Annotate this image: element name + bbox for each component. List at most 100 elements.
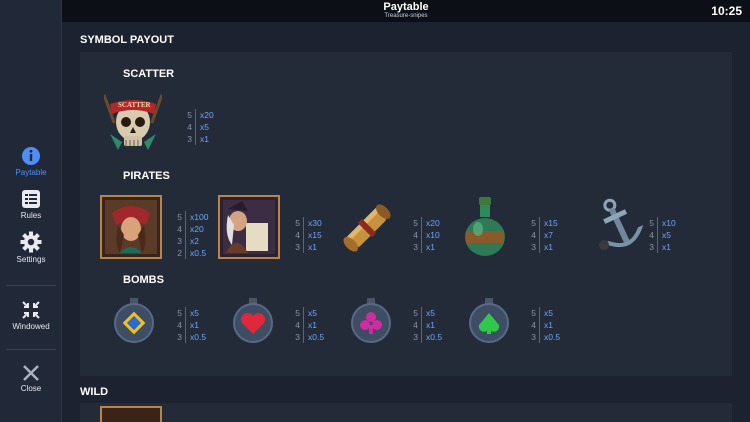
minimize-window-icon xyxy=(22,301,40,319)
multiplier: x5 xyxy=(662,230,671,240)
payout-row: 5 x10 xyxy=(645,217,676,229)
multiplier: x1 xyxy=(200,134,209,144)
payout-row: 5 x20 xyxy=(183,109,214,121)
page-subtitle: Treasure-snipes xyxy=(384,13,428,19)
match-count: 3 xyxy=(649,242,654,252)
payout-list: 5 x20 4 x10 3 x1 xyxy=(409,217,440,253)
multiplier: x1 xyxy=(544,320,553,330)
multiplier: x20 xyxy=(200,110,214,120)
match-count: 3 xyxy=(177,236,182,246)
payout-row: 5 x5 xyxy=(527,307,560,319)
multiplier: x1 xyxy=(190,320,199,330)
multiplier: x7 xyxy=(544,230,553,240)
multiplier: x10 xyxy=(426,230,440,240)
match-count: 4 xyxy=(295,320,300,330)
match-count: 4 xyxy=(649,230,654,240)
match-count: 5 xyxy=(531,308,536,318)
windowed-button[interactable]: Windowed xyxy=(0,300,62,331)
info-icon xyxy=(22,147,40,165)
payout-row: 2 x0.5 xyxy=(173,247,208,259)
payout-row: 3 x0.5 xyxy=(527,331,560,343)
match-count: 5 xyxy=(187,110,192,120)
payout-list: 5 x15 4 x7 3 x1 xyxy=(527,217,558,253)
pirate-captain-symbol xyxy=(218,195,280,264)
payout-row: 3 x2 xyxy=(173,235,208,247)
close-button[interactable]: Close xyxy=(0,364,62,393)
paytable-button[interactable]: Paytable xyxy=(0,146,62,177)
match-count: 4 xyxy=(531,230,536,240)
bomb-club-icon xyxy=(351,298,391,343)
match-count: 3 xyxy=(531,332,536,342)
scatter-symbol: SCATTER xyxy=(102,90,164,159)
multiplier: x0.5 xyxy=(426,332,443,342)
bomb-club-symbol xyxy=(349,296,393,349)
payout-row: 4 x15 xyxy=(291,229,322,241)
section-heading-wild: WILD xyxy=(80,386,109,398)
settings-button[interactable]: Settings xyxy=(0,231,62,264)
payout-list: 5 x20 4 x5 3 x1 xyxy=(183,109,214,145)
wild-symbol-frame xyxy=(100,406,162,422)
top-bar: Paytable Treasure-snipes 10:25 xyxy=(62,0,750,22)
match-count: 4 xyxy=(187,122,192,132)
sidebar: Paytable Rules Settings Windowed Close xyxy=(0,0,62,422)
match-count: 5 xyxy=(295,308,300,318)
multiplier: x1 xyxy=(426,320,435,330)
multiplier: x1 xyxy=(426,242,435,252)
payout-row: 5 x20 xyxy=(409,217,440,229)
payout-row: 4 x1 xyxy=(409,319,442,331)
multiplier: x1 xyxy=(544,242,553,252)
rules-button[interactable]: Rules xyxy=(0,189,62,220)
payout-row: 5 x15 xyxy=(527,217,558,229)
match-count: 4 xyxy=(177,224,182,234)
multiplier: x15 xyxy=(544,218,558,228)
match-count: 4 xyxy=(295,230,300,240)
payout-row: 3 x0.5 xyxy=(409,331,442,343)
payout-row: 3 x1 xyxy=(645,241,676,253)
multiplier: x0.5 xyxy=(190,332,207,342)
match-count: 3 xyxy=(187,134,192,144)
payout-row: 4 x5 xyxy=(645,229,676,241)
clock: 10:25 xyxy=(711,4,742,18)
settings-label: Settings xyxy=(16,255,46,264)
match-count: 5 xyxy=(177,212,182,222)
skull-scatter-icon xyxy=(102,94,164,150)
sidebar-divider xyxy=(6,285,56,286)
multiplier: x0.5 xyxy=(544,332,561,342)
multiplier: x20 xyxy=(190,224,204,234)
payout-list: 5 x5 4 x1 3 x0.5 xyxy=(173,307,206,343)
payout-row: 4 x5 xyxy=(183,121,214,133)
payout-row: 3 x0.5 xyxy=(291,331,324,343)
page-title: Paytable xyxy=(383,1,429,13)
payout-list: 5 x5 4 x1 3 x0.5 xyxy=(527,307,560,343)
match-count: 5 xyxy=(531,218,536,228)
multiplier: x10 xyxy=(662,218,676,228)
pirate-woman-icon xyxy=(100,195,162,259)
multiplier: x30 xyxy=(308,218,322,228)
payout-row: 4 x1 xyxy=(173,319,206,331)
bomb-diamond-symbol xyxy=(112,296,156,349)
match-count: 3 xyxy=(531,242,536,252)
paytable-label: Paytable xyxy=(15,168,47,177)
close-icon xyxy=(23,365,39,381)
payout-list: 5 x5 4 x1 3 x0.5 xyxy=(291,307,324,343)
payout-row: 4 x7 xyxy=(527,229,558,241)
multiplier: x15 xyxy=(308,230,322,240)
payout-row: 5 x30 xyxy=(291,217,322,229)
paytable-content[interactable]: SYMBOL PAYOUT SCATTER SCATTER 5 x20 4 x5 xyxy=(62,22,750,422)
windowed-label: Windowed xyxy=(12,322,50,331)
multiplier: x2 xyxy=(190,236,199,246)
anchor-symbol xyxy=(590,195,650,264)
symbol-payout-panel: SCATTER SCATTER 5 x20 4 x5 3 x1 PIRATES … xyxy=(80,52,732,376)
payout-row: 5 x5 xyxy=(173,307,206,319)
match-count: 5 xyxy=(413,308,418,318)
payout-row: 5 x100 xyxy=(173,211,208,223)
payout-list: 5 x30 4 x15 3 x1 xyxy=(291,217,322,253)
potion-symbol xyxy=(460,195,510,264)
multiplier: x100 xyxy=(190,212,209,222)
bomb-diamond-icon xyxy=(114,298,154,343)
pirate-captain-icon xyxy=(218,195,280,259)
match-count: 5 xyxy=(649,218,654,228)
match-count: 5 xyxy=(177,308,182,318)
wild-panel xyxy=(80,403,732,422)
section-heading-symbol-payout: SYMBOL PAYOUT xyxy=(80,34,174,46)
